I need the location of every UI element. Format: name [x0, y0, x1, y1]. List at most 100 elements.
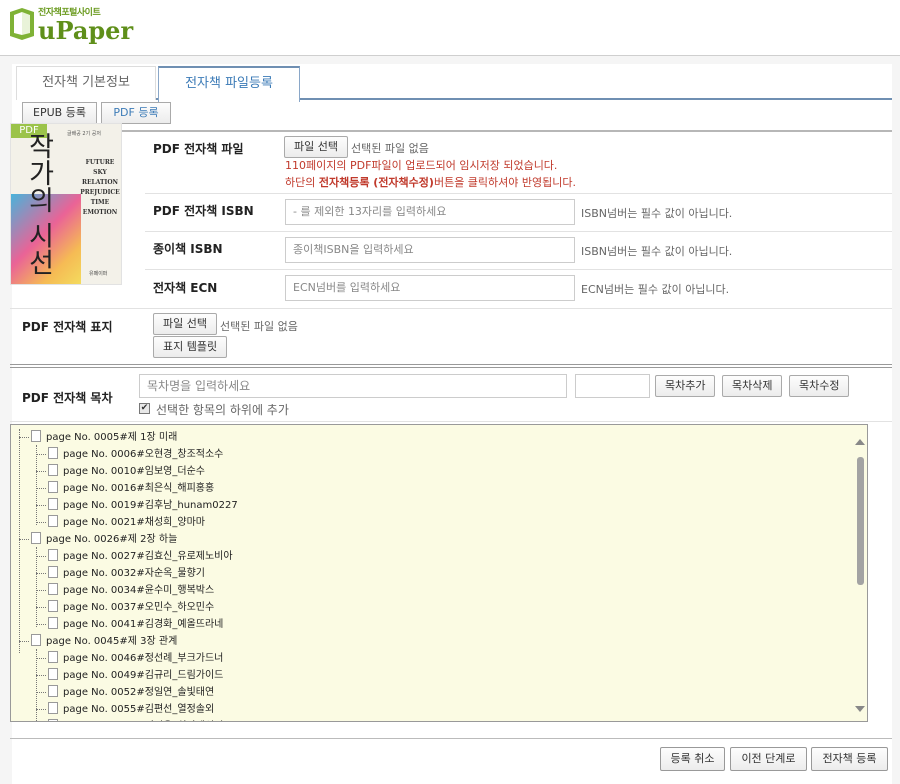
previous-step-button[interactable]: 이전 단계로 — [730, 747, 807, 771]
cover-word: TIME — [90, 199, 110, 206]
tree-connector — [19, 429, 20, 653]
toc-add-button[interactable]: 목차추가 — [655, 375, 716, 397]
cover-word: EMOTION — [82, 209, 118, 216]
apply-message-bold: 전자책등록 (전자책수정) — [318, 176, 434, 189]
tree-connector — [36, 675, 46, 676]
toc-chapter-item[interactable]: page No. 0026#제 2장 하늘 — [31, 531, 177, 548]
toc-delete-button[interactable]: 목차삭제 — [722, 375, 783, 397]
tree-connector — [19, 437, 29, 438]
tab-basic-info[interactable]: 전자책 기본정보 — [16, 66, 156, 100]
toc-subitem[interactable]: page No. 0046#정선례_부크가드너 — [48, 650, 223, 667]
register-ebook-button[interactable]: 전자책 등록 — [811, 747, 888, 771]
document-icon — [48, 600, 58, 612]
toc-subitem[interactable]: page No. 0058#이미옥_희망메신저 — [48, 718, 223, 722]
row-divider — [145, 231, 892, 232]
toc-page-input[interactable] — [575, 374, 650, 398]
tree-connector — [36, 649, 37, 721]
cancel-registration-button[interactable]: 등록 취소 — [660, 747, 725, 771]
toc-subitem[interactable]: page No. 0052#정일연_솔빛태연 — [48, 684, 214, 701]
toc-subitem[interactable]: page No. 0016#최은식_해피홍홍 — [48, 480, 214, 497]
toc-item-text: page No. 0041#김경화_예올뜨라네 — [63, 619, 224, 630]
tree-connector — [36, 692, 46, 693]
toc-chapter-item[interactable]: page No. 0005#제 1장 미래 — [31, 429, 177, 446]
ecn-input[interactable]: ECN넘버를 입력하세요 — [285, 275, 575, 301]
toc-subitem[interactable]: page No. 0027#김효신_유로제노비아 — [48, 548, 233, 565]
document-icon — [48, 719, 58, 721]
document-icon — [31, 634, 41, 646]
toc-item-text: page No. 0010#임보영_더순수 — [63, 466, 205, 477]
toc-subitem[interactable]: page No. 0019#김후남_hunam0227 — [48, 497, 238, 514]
tree-connector — [36, 590, 46, 591]
document-icon — [48, 464, 58, 476]
toc-item-text: page No. 0032#자순옥_물향기 — [63, 568, 205, 579]
pdf-file-choose-button[interactable]: 파일 선택 — [284, 136, 348, 158]
tree-connector — [36, 505, 46, 506]
cover-author-line: 글배공 2기 공저 — [67, 131, 101, 137]
toc-subitem-checkbox-label: 선택한 항목의 하위에 추가 — [156, 403, 289, 417]
cover-file-status: 선택된 파일 없음 — [220, 320, 298, 333]
tree-connector — [36, 488, 46, 489]
ecn-label: 전자책 ECN — [153, 281, 218, 295]
document-icon — [48, 447, 58, 459]
toc-item-text: page No. 0026#제 2장 하늘 — [46, 534, 178, 545]
row-divider — [10, 738, 892, 739]
site-logo[interactable]: 전자책포털사이트 uPaper — [8, 6, 133, 44]
toc-item-text: page No. 0058#이미옥_희망메신저 — [63, 721, 223, 722]
document-icon — [48, 549, 58, 561]
toc-subitem-checkbox[interactable]: ✔ — [139, 403, 150, 414]
tab-file-registration[interactable]: 전자책 파일등록 — [158, 66, 300, 102]
toc-item-text: page No. 0046#정선례_부크가드너 — [63, 653, 224, 664]
tree-connector — [36, 454, 46, 455]
document-icon — [48, 566, 58, 578]
toc-subitem[interactable]: page No. 0037#오민수_하오민수 — [48, 599, 214, 616]
tree-connector — [19, 539, 29, 540]
pdf-upload-message: 110페이지의 PDF파일이 업로드되어 임시저장 되었습니다. — [285, 159, 558, 172]
cover-word: RELATION — [81, 179, 119, 186]
pdf-register-tab[interactable]: PDF 등록 — [101, 102, 171, 124]
toc-chapter-item[interactable]: page No. 0045#제 3장 관계 — [31, 633, 177, 650]
section-divider — [20, 130, 892, 132]
toc-subitem[interactable]: page No. 0034#윤수미_행복박스 — [48, 582, 214, 599]
toc-subitem[interactable]: page No. 0041#김경화_예올뜨라네 — [48, 616, 223, 633]
toc-title-input[interactable]: 목차명을 입력하세요 — [139, 374, 567, 398]
paper-isbn-input[interactable]: 종이책ISBN을 입력하세요 — [285, 237, 575, 263]
toc-item-text: page No. 0016#최은식_해피홍홍 — [63, 483, 215, 494]
document-icon — [31, 532, 41, 544]
epub-register-tab[interactable]: EPUB 등록 — [22, 102, 97, 124]
tree-connector — [36, 607, 46, 608]
toc-item-text: page No. 0021#채성희_양마마 — [63, 517, 205, 528]
toc-subitem[interactable]: page No. 0021#채성희_양마마 — [48, 514, 205, 531]
document-icon — [48, 617, 58, 629]
toc-item-text: page No. 0027#김효신_유로제노비아 — [63, 551, 233, 562]
toc-label: PDF 전자책 목차 — [22, 391, 113, 405]
tree-connector — [36, 658, 46, 659]
toc-subitem[interactable]: page No. 0055#김편선_열정솔외 — [48, 701, 214, 718]
toc-subitem[interactable]: page No. 0032#자순옥_물향기 — [48, 565, 205, 582]
isbn-label: PDF 전자책 ISBN — [153, 204, 254, 218]
document-icon — [48, 498, 58, 510]
tab-bar: 전자책 기본정보 전자책 파일등록 — [16, 64, 892, 102]
toc-subitem[interactable]: page No. 0010#임보영_더순수 — [48, 463, 205, 480]
toc-item-text: page No. 0006#오현경_창조적소수 — [63, 449, 224, 460]
toc-edit-button[interactable]: 목차수정 — [789, 375, 850, 397]
toc-item-text: page No. 0052#정일연_솔빛태연 — [63, 687, 215, 698]
tree-connector — [36, 445, 37, 525]
toc-subitem[interactable]: page No. 0049#김규리_드림가이드 — [48, 667, 223, 684]
toc-item-text: page No. 0005#제 1장 미래 — [46, 432, 178, 443]
toc-subitem[interactable]: page No. 0006#오현경_창조적소수 — [48, 446, 223, 463]
pdf-apply-message: 하단의 전자책등록 (전자책수정)버튼을 클릭하셔야 반영됩니다. — [285, 174, 576, 190]
scroll-thumb — [857, 457, 864, 585]
book-logo-icon — [10, 8, 34, 40]
cover-publisher: 유페이퍼 — [89, 271, 108, 277]
section-divider — [10, 364, 892, 365]
cover-title: 작가의 시선 — [23, 132, 54, 276]
tree-connector — [36, 573, 46, 574]
toc-tree-scrollbar[interactable] — [854, 431, 866, 719]
cover-template-button[interactable]: 표지 템플릿 — [153, 336, 228, 358]
toc-tree[interactable]: page No. 0005#제 1장 미래 page No. 0006#오현경_창… — [10, 424, 868, 722]
book-cover-thumbnail: PDF 글배공 2기 공저 FUTURE SKY RELATION PREJUD… — [10, 123, 122, 285]
document-icon — [48, 685, 58, 697]
scroll-down-icon — [855, 706, 865, 712]
cover-file-choose-button[interactable]: 파일 선택 — [153, 313, 217, 335]
isbn-input[interactable]: - 를 제외한 13자리를 입력하세요 — [285, 199, 575, 225]
